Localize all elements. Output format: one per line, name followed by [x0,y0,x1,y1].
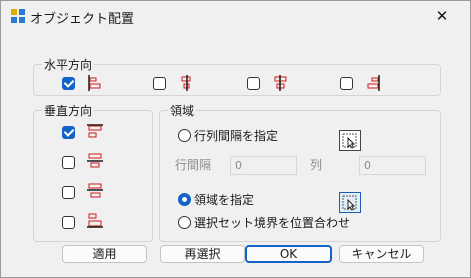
app-icon [11,9,25,23]
align-right-icon [367,75,380,91]
row-col-spacing-label: 行列間隔を指定 [194,129,279,143]
align-middle-line-icon [87,183,103,198]
row-spacing-input[interactable]: 0 [230,156,297,175]
align-center-line-icon [274,75,287,91]
col-spacing-label: 列 [310,158,323,172]
h-align-center-checkbox[interactable] [153,77,166,90]
h-align-center-line-checkbox[interactable] [247,77,260,90]
v-align-top-checkbox[interactable] [62,126,75,139]
align-top-icon [87,124,103,138]
v-align-middle-checkbox[interactable] [62,156,75,169]
h-align-right-checkbox[interactable] [340,77,353,90]
align-bottom-icon [87,213,103,228]
row-spacing-label: 行間隔 [175,158,212,172]
h-align-left-checkbox[interactable] [62,77,75,90]
reselect-button[interactable]: 再選択 [160,245,245,263]
col-spacing-input[interactable]: 0 [359,156,426,175]
specify-region-label: 領域を指定 [194,193,255,207]
selection-bounds-radio[interactable] [178,216,191,229]
cancel-button[interactable]: キャンセル [339,245,424,263]
selection-bounds-label: 選択セット境界を位置合わせ [194,216,351,230]
pick-cursor-icon [342,133,357,149]
dialog-title: オブジェクト配置 [30,12,135,27]
align-left-icon [88,75,101,91]
v-align-bottom-checkbox[interactable] [62,216,75,229]
region-legend: 領域 [170,104,195,118]
vertical-legend: 垂直方向 [44,104,93,118]
align-center-icon [181,75,191,91]
pick-spacing-button[interactable] [339,130,361,151]
ok-button[interactable]: OK [245,245,332,263]
pick-cursor-icon [342,195,357,211]
close-icon: ✕ [435,7,449,25]
close-button[interactable]: ✕ [432,7,452,25]
apply-button[interactable]: 適用 [62,245,147,263]
object-placement-dialog: オブジェクト配置 ✕ 水平方向 垂直方向 領域 行列間隔を指定 行間隔 0 列 … [0,0,471,278]
pick-region-button[interactable] [339,192,361,213]
horizontal-legend: 水平方向 [44,58,93,72]
v-align-middle-line-checkbox[interactable] [62,186,75,199]
specify-region-radio[interactable] [178,193,191,206]
title-bar[interactable]: オブジェクト配置 ✕ [1,1,470,31]
align-middle-icon [87,153,103,168]
row-col-spacing-radio[interactable] [178,129,191,142]
